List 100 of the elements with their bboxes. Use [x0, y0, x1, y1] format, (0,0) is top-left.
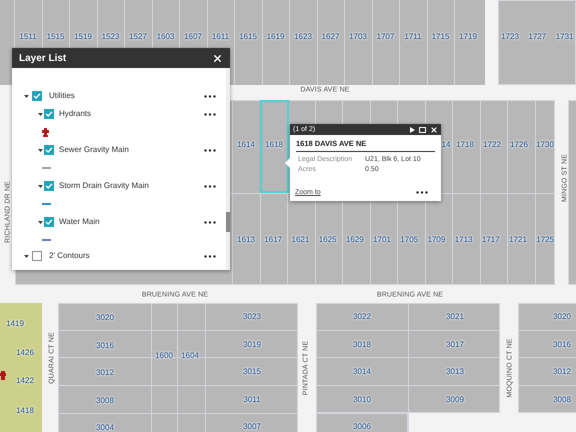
parcel-number: 1418 [16, 407, 34, 415]
parcel-number: 1607 [184, 33, 202, 41]
parcel-number: 1709 [428, 236, 446, 244]
parcel-number: 1711 [404, 33, 422, 41]
parcel-number: 3017 [446, 340, 464, 348]
parcel-number: 3021 [446, 313, 464, 321]
parcel-number: 1713 [454, 236, 472, 244]
close-icon[interactable] [212, 52, 223, 64]
maximize-icon[interactable] [419, 126, 426, 132]
parcel-number: 1621 [292, 236, 310, 244]
parcel-number: 1603 [156, 33, 174, 41]
parcel-number: 3008 [553, 396, 571, 404]
parcel-number: 3015 [243, 368, 261, 376]
checkbox[interactable] [32, 251, 42, 261]
more-icon[interactable] [204, 148, 216, 152]
parcel-number: 1725 [536, 236, 554, 244]
caret-icon[interactable] [38, 220, 43, 224]
more-icon[interactable] [416, 191, 428, 194]
more-icon[interactable] [204, 254, 216, 258]
parcel-number: 3010 [353, 396, 371, 404]
more-icon[interactable] [204, 220, 216, 224]
parcel-number: 3014 [353, 368, 371, 376]
parcel-number: 3018 [353, 340, 371, 348]
parcel-number: 3016 [553, 340, 571, 348]
parcel-number: 1715 [432, 33, 450, 41]
parcel-number: 1731 [556, 33, 574, 41]
parcel-number: 3023 [243, 313, 261, 321]
hydrant-icon [0, 371, 6, 380]
parcel-number: 3016 [96, 342, 114, 350]
parcel-number: 1703 [349, 33, 367, 41]
layer-name[interactable]: Utilities [49, 90, 204, 102]
checkbox[interactable] [32, 91, 42, 101]
parcel-number: 1527 [129, 33, 147, 41]
parcel-number: 1523 [102, 33, 120, 41]
parcel-number: 1619 [266, 33, 284, 41]
parcel-number: 1419 [6, 320, 24, 328]
more-icon[interactable] [204, 112, 216, 116]
parcel-number: 1722 [483, 141, 501, 149]
parcel-number: 3020 [96, 314, 114, 322]
parcel-number: 1723 [501, 33, 519, 41]
caret-icon[interactable] [38, 184, 43, 188]
parcel-number: 1600 [155, 352, 173, 360]
more-icon[interactable] [204, 184, 216, 188]
parcel-number: 3020 [553, 313, 571, 321]
layer-name[interactable]: Storm Drain Gravity Main [59, 180, 204, 192]
parcel-number: 3012 [96, 369, 114, 377]
parcel-number: 3019 [243, 340, 261, 348]
parcel-number: 1615 [239, 33, 257, 41]
parcel-number: 1726 [510, 141, 528, 149]
parcel-number: 1719 [459, 33, 477, 41]
parcel-number: 1705 [400, 236, 418, 244]
caret-icon[interactable] [24, 254, 29, 258]
checkbox[interactable] [44, 217, 54, 227]
parcel-number: 1618 [265, 141, 283, 149]
caret-icon[interactable] [38, 112, 43, 116]
parcel-number: 14 [442, 141, 450, 149]
parcel-number: 1627 [322, 33, 340, 41]
checkbox[interactable] [44, 145, 54, 155]
layer-name[interactable]: Sewer Gravity Main [59, 144, 204, 156]
next-icon[interactable] [410, 126, 415, 132]
more-icon[interactable] [204, 94, 216, 98]
parcel-number: 3011 [243, 396, 261, 404]
parcel-number: 1730 [536, 141, 554, 149]
scrollbar[interactable] [226, 68, 230, 270]
parcel-number: 1604 [181, 352, 199, 360]
parcel-number: 1707 [376, 33, 394, 41]
parcel-number: 1422 [16, 377, 34, 385]
layer-name[interactable]: 2' Contours [49, 250, 204, 262]
checkbox[interactable] [44, 181, 54, 191]
parcel-number: 1613 [237, 236, 255, 244]
parcel-number: 1614 [237, 141, 255, 149]
parcel-number: 1629 [346, 236, 364, 244]
parcel-number: 1721 [509, 236, 527, 244]
parcel-number: 1623 [294, 33, 312, 41]
parcel-number: 3008 [96, 396, 114, 404]
parcel-number: 1701 [373, 236, 391, 244]
parcel-number: 3006 [353, 423, 371, 431]
layer-name[interactable]: Hydrants [59, 108, 204, 120]
parcel-number: 1511 [19, 33, 37, 41]
scrollbar-thumb[interactable] [226, 212, 230, 232]
parcel-number: 1727 [528, 33, 546, 41]
parcel-number: 1617 [264, 236, 282, 244]
parcel-number: 1625 [318, 236, 336, 244]
parcel-number: 3013 [446, 368, 464, 376]
parcel-number: 3009 [446, 396, 464, 404]
parcel-number: 3007 [243, 423, 261, 431]
checkbox[interactable] [44, 109, 54, 119]
caret-icon[interactable] [38, 148, 43, 152]
layer-name[interactable]: Water Main [59, 216, 204, 228]
parcel-number: 1718 [456, 141, 474, 149]
parcel-number: 1426 [16, 349, 34, 357]
parcel-number: 3004 [96, 424, 114, 432]
panel-title: Layer List [19, 52, 66, 66]
parcel-number: 3012 [553, 368, 571, 376]
parcel-number: 1611 [212, 33, 230, 41]
parcel-number: 3022 [353, 313, 371, 321]
parcel-number: 1515 [46, 33, 64, 41]
parcel-number: 1717 [482, 236, 500, 244]
close-icon[interactable] [430, 126, 438, 134]
parcel-number: 1519 [74, 33, 92, 41]
